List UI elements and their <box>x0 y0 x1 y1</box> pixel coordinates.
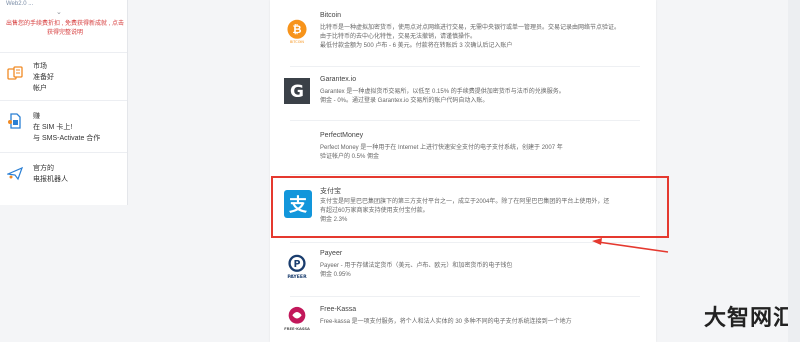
sidebar-item-sim-activate[interactable]: 赚 在 SIM 卡上! 与 SMS-Activate 合作 <box>0 100 127 151</box>
sidebar-top-label: Web2.0 ... <box>6 1 34 7</box>
payment-name: Payeer <box>320 250 343 257</box>
payeer-icon: P PAYEER <box>287 254 307 280</box>
divider <box>290 296 640 297</box>
svg-text:FREE-KASSA: FREE-KASSA <box>284 327 310 331</box>
sidebar-item-label: 与 SMS-Activate 合作 <box>33 135 101 142</box>
payment-description: Perfect Money 是一种用于在 Internet 上进行快速安全支付的… <box>320 144 650 162</box>
divider <box>290 120 640 121</box>
payment-description: Payeer - 用于存储法定货币（美元、卢布、欧元）和加密货币的电子钱包 佣金… <box>320 262 650 280</box>
payment-fee: 最低付款金额为 500 卢布 - 6 美元。付款将在转账后 3 次确认后记入账户 <box>320 43 513 49</box>
payment-option-freekassa[interactable]: FREE-KASSA Free-Kassa Free-kassa 是一项支付服务… <box>270 306 656 340</box>
sidebar-item-label: 官方的 <box>33 165 54 172</box>
page-scroll-area[interactable] <box>788 0 800 342</box>
bitcoin-icon: ₿ BITCOIN <box>287 19 307 44</box>
sidebar-item-label: 赚 <box>33 113 40 120</box>
payment-fee: 佣金 - 0%。通过登录 Garantex.io 交易所的账户代码自动入账。 <box>320 98 489 104</box>
payment-fee: 佣金 0.95% <box>320 272 351 278</box>
sidebar-item-telegram-bot[interactable]: 官方的 电报机器人 <box>0 152 127 203</box>
sidebar-item-label: 在 SIM 卡上! <box>33 124 73 131</box>
divider <box>290 174 640 175</box>
divider <box>290 242 640 243</box>
description-line: 由于比特币的去中心化特性，交易无法撤销，请谨慎操作。 <box>320 34 477 40</box>
divider <box>290 66 640 67</box>
description-line: Garantex 是一种虚拟货币交易所，以低至 0.15% 的手续费提供加密货币… <box>320 89 565 95</box>
sidebar-item-label: 电报机器人 <box>33 176 68 183</box>
payment-option-payeer[interactable]: P PAYEER Payeer Payeer - 用于存储法定货币（美元、卢布、… <box>270 250 656 290</box>
payment-name: Garantex.io <box>320 76 357 83</box>
svg-text:G: G <box>290 82 304 102</box>
svg-text:P: P <box>294 259 301 270</box>
svg-text:₿: ₿ <box>292 23 301 36</box>
sidebar-item-label: 市场 <box>33 63 47 70</box>
sidebar-item-label: 帐户 <box>33 85 47 92</box>
chevron-down-icon[interactable]: ⌄ <box>56 8 62 16</box>
svg-text:PAYEER: PAYEER <box>287 274 307 280</box>
payment-option-garantex[interactable]: G Garantex.io Garantex 是一种虚拟货币交易所，以低至 0.… <box>270 76 656 120</box>
description-line: Perfect Money 是一种用于在 Internet 上进行快速安全支付的… <box>320 145 563 151</box>
garantex-icon: G <box>284 78 310 104</box>
promo-notice[interactable]: 出售您的手续费折扣 , 免费获得新成就 , 点击获得完整说明 <box>4 20 126 38</box>
sidebar-item-market[interactable]: 市场 准备好 帐户 <box>0 52 127 97</box>
sidebar: Web2.0 ... ⌄ 出售您的手续费折扣 , 免费获得新成就 , 点击获得完… <box>0 0 128 205</box>
payment-description: 比特币是一种虚拟加密货币，使用点对点网络进行交易，无需中央银行或单一管理员。交易… <box>320 24 650 51</box>
robot-icon <box>7 166 23 181</box>
payment-description: Free-kassa 是一项支付服务，将个人和法人实体的 30 多种不同的电子支… <box>320 318 650 327</box>
free-kassa-icon: FREE-KASSA <box>284 306 310 331</box>
payment-name: Bitcoin <box>320 12 342 19</box>
payment-option-perfectmoney[interactable]: PerfectMoney Perfect Money 是一种用于在 Intern… <box>270 132 656 170</box>
payment-option-bitcoin[interactable]: ₿ BITCOIN Bitcoin 比特币是一种虚拟加密货币，使用点对点网络进行… <box>270 12 656 62</box>
payment-methods-panel: ₿ BITCOIN Bitcoin 比特币是一种虚拟加密货币，使用点对点网络进行… <box>270 0 656 342</box>
watermark: 大智网汇 <box>704 305 797 330</box>
annotation-arrow-icon <box>592 238 669 253</box>
sim-card-icon <box>8 113 21 129</box>
description-line: 比特币是一种虚拟加密货币，使用点对点网络进行交易，无需中央银行或单一管理员。交易… <box>320 25 621 31</box>
description-line: Free-kassa 是一项支付服务，将个人和法人实体的 30 多种不同的电子支… <box>320 319 572 325</box>
payment-name: Free-Kassa <box>320 306 357 313</box>
sidebar-item-label: 准备好 <box>33 74 54 81</box>
payment-name: PerfectMoney <box>320 132 364 139</box>
alipay-highlight-box <box>271 176 669 238</box>
svg-text:BITCOIN: BITCOIN <box>290 40 304 44</box>
payment-fee: 验证帐户的 0.5% 佣金 <box>320 154 380 160</box>
market-icon <box>7 66 23 80</box>
description-line: Payeer - 用于存储法定货币（美元、卢布、欧元）和加密货币的电子钱包 <box>320 263 513 269</box>
payment-description: Garantex 是一种虚拟货币交易所，以低至 0.15% 的手续费提供加密货币… <box>320 88 650 106</box>
